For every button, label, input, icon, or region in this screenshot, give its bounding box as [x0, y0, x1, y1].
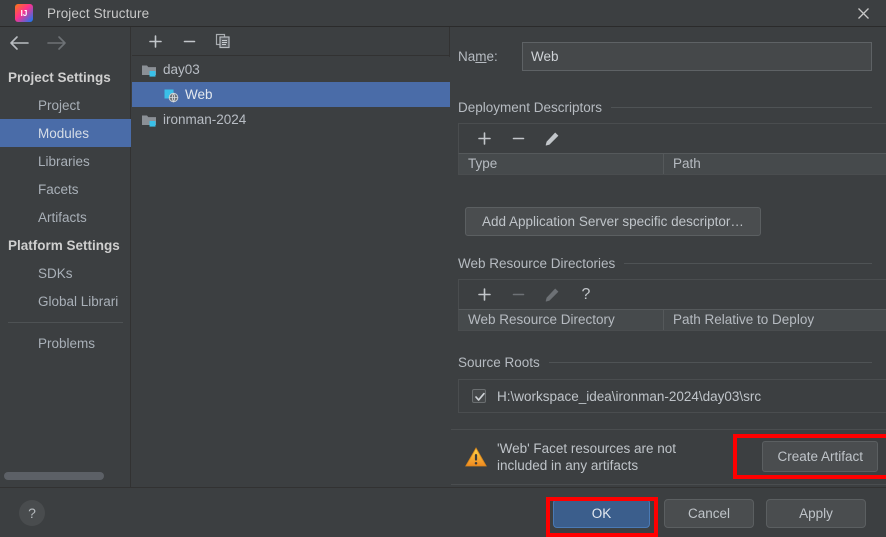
- source-roots-list: H:\workspace_idea\ironman-2024\day03\src: [458, 379, 886, 413]
- module-tree-list: day03 Web ironman-2024: [132, 57, 450, 487]
- web-resource-directories-title-text: Web Resource Directories: [458, 256, 616, 271]
- add-module-button[interactable]: [140, 28, 170, 54]
- column-header-web-resource-directory[interactable]: Web Resource Directory: [459, 310, 664, 330]
- web-resource-directories-table: ? Web Resource Directory Path Relative t…: [458, 279, 886, 331]
- sidebar-item-modules[interactable]: Modules: [0, 119, 131, 147]
- section-divider-line: [611, 107, 872, 108]
- sidebar-item-problems[interactable]: Problems: [0, 329, 131, 357]
- source-roots-section-title: Source Roots: [458, 355, 872, 370]
- create-artifact-button[interactable]: Create Artifact: [762, 441, 878, 472]
- add-application-server-descriptor-button[interactable]: Add Application Server specific descript…: [465, 207, 761, 236]
- window-title: Project Structure: [47, 5, 150, 21]
- arrow-left-icon[interactable]: [0, 27, 38, 59]
- warning-triangle-icon: [464, 445, 488, 469]
- deployment-descriptors-header: Type Path: [458, 153, 886, 175]
- column-header-type[interactable]: Type: [459, 154, 664, 174]
- sidebar-divider: [8, 322, 123, 323]
- remove-descriptor-button[interactable]: [501, 125, 535, 153]
- deployment-descriptors-toolbar: [458, 123, 886, 153]
- facet-warning-text: 'Web' Facet resources are not included i…: [497, 440, 676, 474]
- name-row: Name:: [458, 41, 872, 71]
- source-roots-title-text: Source Roots: [458, 355, 540, 370]
- edit-descriptor-button[interactable]: [535, 125, 569, 153]
- tree-row-label: day03: [163, 62, 200, 77]
- web-resource-directories-toolbar: ?: [458, 279, 886, 309]
- name-label-post: e:: [486, 48, 498, 64]
- sidebar-nav-list: Project Settings Project Modules Libraries F…: [0, 63, 131, 357]
- section-divider-line: [624, 263, 872, 264]
- name-label-pre: Na: [458, 48, 476, 64]
- sidebar-horizontal-scrollbar[interactable]: [0, 471, 131, 481]
- deployment-descriptors-title-text: Deployment Descriptors: [458, 100, 603, 115]
- close-icon[interactable]: [840, 0, 886, 27]
- sidebar-item-project[interactable]: Project: [0, 91, 131, 119]
- sidebar-item-sdks[interactable]: SDKs: [0, 259, 131, 287]
- facet-detail-panel: Name: Deployment Descriptors: [451, 27, 886, 487]
- sidebar-item-facets[interactable]: Facets: [0, 175, 131, 203]
- name-label: Name:: [458, 49, 522, 64]
- source-root-path: H:\workspace_idea\ironman-2024\day03\src: [497, 388, 762, 404]
- dialog-footer: ? OK Cancel Apply: [0, 487, 886, 537]
- ok-button[interactable]: OK: [553, 499, 650, 528]
- edit-web-resource-button: [535, 281, 569, 309]
- facet-warning-line-1: 'Web' Facet resources are not: [497, 441, 676, 456]
- facet-warning-banner: 'Web' Facet resources are not included i…: [451, 429, 886, 485]
- module-folder-icon: [141, 62, 157, 78]
- section-divider-line: [548, 362, 872, 363]
- web-resource-directories-section-title: Web Resource Directories: [458, 256, 872, 271]
- apply-button[interactable]: Apply: [766, 499, 866, 528]
- name-label-mnemonic: m: [475, 48, 487, 64]
- sidebar-item-global-librari[interactable]: Global Librari: [0, 287, 131, 315]
- web-facet-icon: [163, 87, 179, 103]
- deployment-descriptors-table: Type Path: [458, 123, 886, 175]
- intellij-idea-logo-icon: [15, 4, 33, 22]
- tree-row-label: Web: [185, 87, 213, 102]
- cancel-button[interactable]: Cancel: [664, 499, 754, 528]
- copy-module-button[interactable]: [208, 28, 238, 54]
- tree-row[interactable]: day03: [132, 57, 450, 82]
- remove-web-resource-button: [501, 281, 535, 309]
- module-tree-panel: day03 Web ironman-2024: [132, 27, 450, 487]
- navigation-arrows: [0, 27, 131, 59]
- facet-name-input[interactable]: [522, 41, 872, 71]
- sidebar-item-artifacts[interactable]: Artifacts: [0, 203, 131, 231]
- remove-module-button[interactable]: [174, 28, 204, 54]
- title-bar: Project Structure: [0, 0, 886, 27]
- module-folder-icon: [141, 112, 157, 128]
- module-tree-toolbar: [132, 27, 450, 56]
- question-mark-icon[interactable]: ?: [19, 500, 45, 526]
- project-structure-dialog: Project Structure Project SettingsProjec…: [0, 0, 886, 537]
- deployment-descriptors-section-title: Deployment Descriptors: [458, 100, 872, 115]
- source-root-checkbox[interactable]: [472, 389, 486, 403]
- facet-warning-line-2: included in any artifacts: [497, 458, 639, 473]
- sidebar-item-libraries[interactable]: Libraries: [0, 147, 131, 175]
- tree-row[interactable]: Web: [132, 82, 450, 107]
- sidebar-group-platform-settings: Platform Settings: [8, 237, 120, 253]
- column-header-path[interactable]: Path: [664, 154, 886, 174]
- sidebar-group-project-settings: Project Settings: [8, 69, 111, 85]
- web-resource-directories-header: Web Resource Directory Path Relative to …: [458, 309, 886, 331]
- add-web-resource-button[interactable]: [467, 281, 501, 309]
- add-descriptor-button[interactable]: [467, 125, 501, 153]
- tree-row-label: ironman-2024: [163, 112, 247, 127]
- column-header-path-relative-to-deploy[interactable]: Path Relative to Deploy: [664, 310, 886, 330]
- arrow-right-icon[interactable]: [38, 27, 76, 59]
- tree-row[interactable]: ironman-2024: [132, 107, 450, 132]
- help-web-resource-button[interactable]: ?: [569, 281, 603, 309]
- sidebar-scrollbar-thumb[interactable]: [4, 472, 104, 480]
- settings-sidebar: Project Settings Project Modules Libraries F…: [0, 27, 131, 487]
